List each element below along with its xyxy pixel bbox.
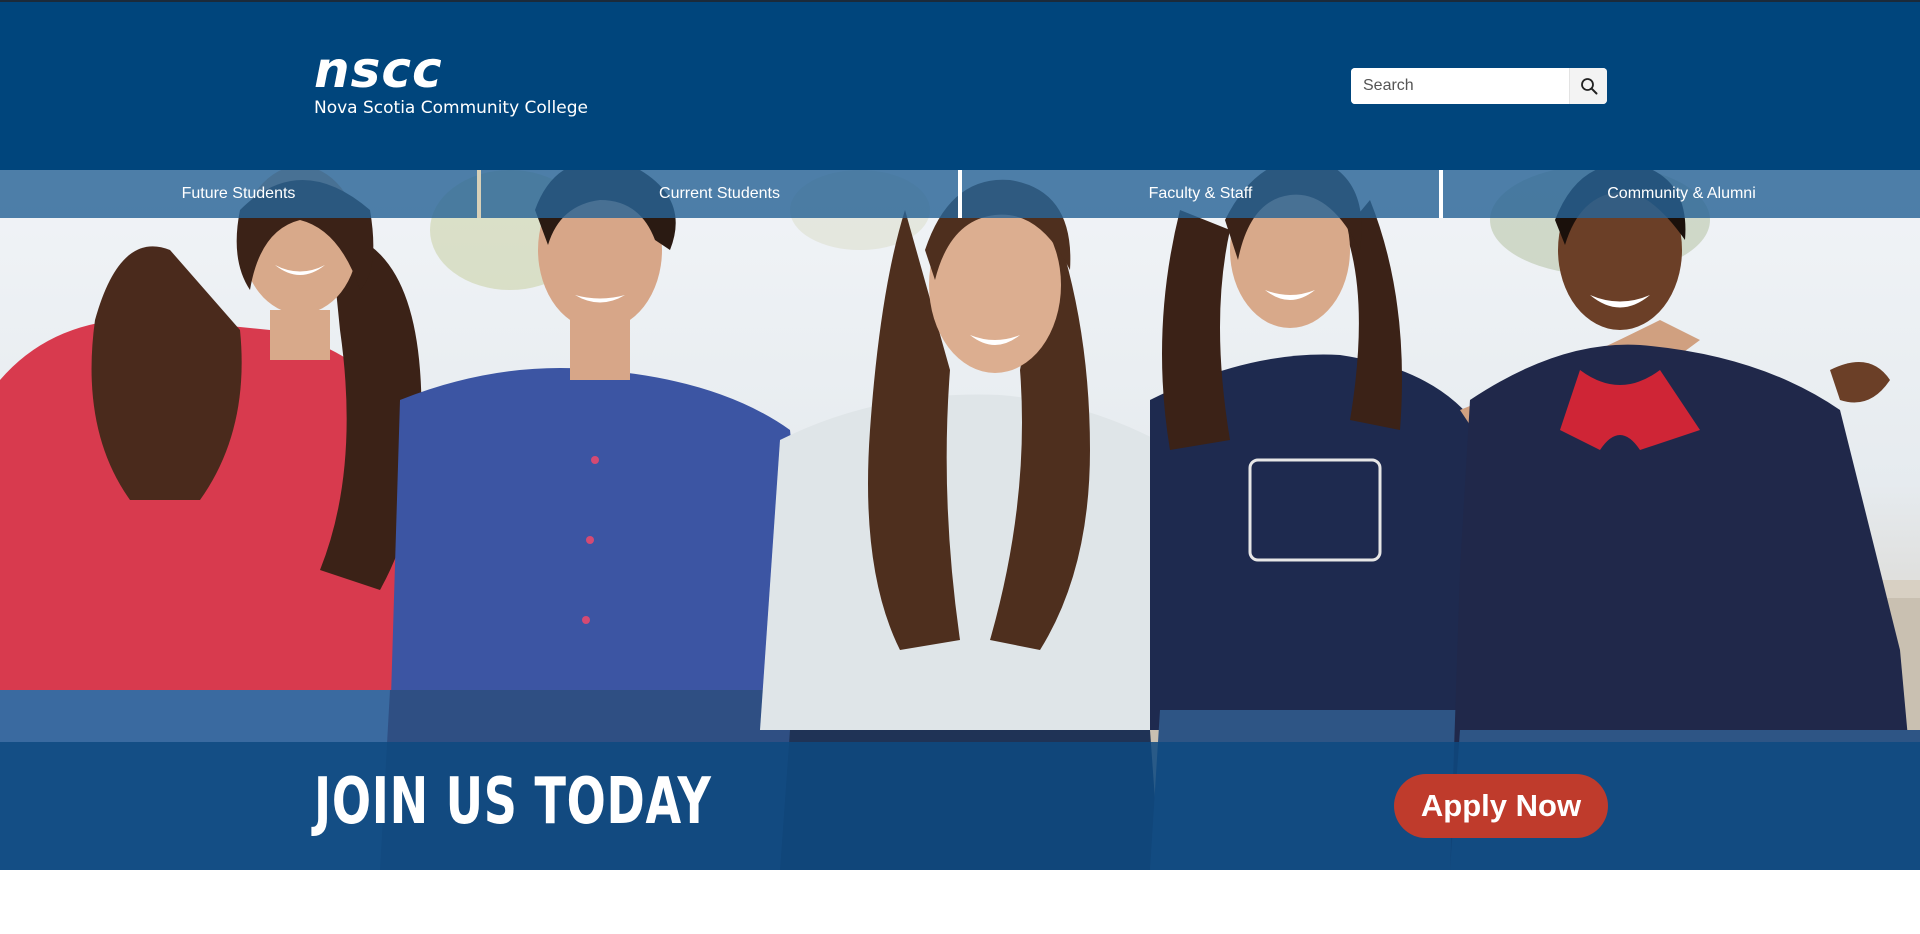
nav-future-students[interactable]: Future Students (0, 170, 477, 218)
search-icon (1580, 78, 1597, 95)
cta-heading: JOIN US TODAY (314, 765, 712, 839)
nav-community-alumni[interactable]: Community & Alumni (1439, 170, 1920, 218)
search-input[interactable] (1351, 68, 1569, 104)
nav-current-students[interactable]: Current Students (477, 170, 958, 218)
page: nscc Nova Scotia Community College Searc… (0, 0, 1920, 934)
search-box (1351, 68, 1607, 104)
nav-faculty-staff[interactable]: Faculty & Staff (958, 170, 1439, 218)
site-header: nscc Nova Scotia Community College (0, 2, 1920, 170)
logo-mark: nscc (314, 41, 443, 99)
main-nav: Future Students Current Students Faculty… (0, 170, 1920, 218)
apply-now-button[interactable]: Apply Now (1394, 774, 1608, 838)
logo-subtitle: Nova Scotia Community College (314, 98, 588, 118)
nscc-logo[interactable]: nscc Nova Scotia Community College (314, 41, 588, 118)
cta-banner: JOIN US TODAY Apply Now (0, 742, 1920, 870)
search-button[interactable] (1569, 68, 1607, 104)
